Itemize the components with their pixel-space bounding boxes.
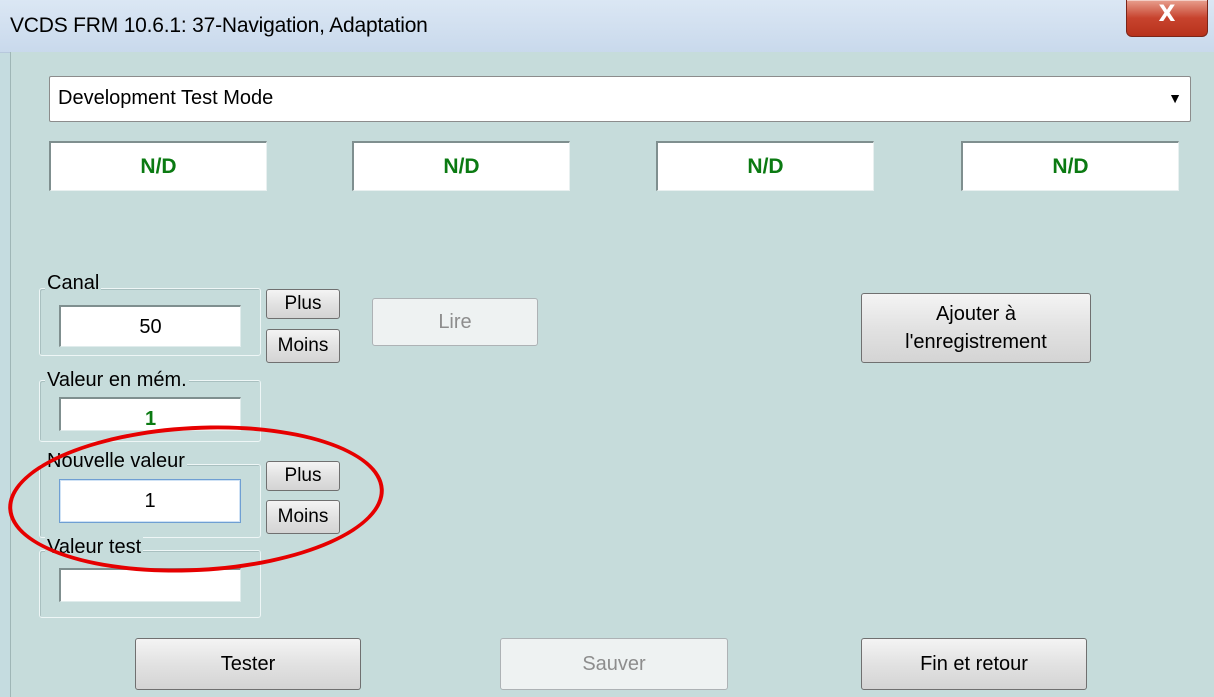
canal-plus-button[interactable]: Plus (266, 289, 340, 319)
mode-dropdown[interactable]: Development Test Mode ▼ (49, 76, 1191, 122)
add-to-log-line2: l'enregistrement (905, 331, 1047, 353)
chevron-down-icon[interactable]: ▼ (1168, 90, 1182, 106)
window-title: VCDS FRM 10.6.1: 37-Navigation, Adaptati… (10, 14, 428, 37)
status-field-3: N/D (656, 141, 874, 191)
stored-value-label: Valeur en mém. (45, 369, 189, 391)
canal-minus-button[interactable]: Moins (266, 329, 340, 363)
exit-button[interactable]: Fin et retour (861, 638, 1087, 690)
title-bar[interactable]: VCDS FRM 10.6.1: 37-Navigation, Adaptati… (0, 0, 1214, 53)
add-to-log-button[interactable]: Ajouter à l'enregistrement (861, 293, 1091, 363)
status-field-4: N/D (961, 141, 1179, 191)
read-button[interactable]: Lire (372, 298, 538, 346)
client-area: Development Test Mode ▼ N/D N/D N/D N/D … (10, 52, 1214, 697)
canal-input[interactable]: 50 (59, 305, 241, 347)
test-button[interactable]: Tester (135, 638, 361, 690)
mode-dropdown-value: Development Test Mode (58, 87, 274, 109)
test-value-field (59, 568, 241, 602)
status-field-1: N/D (49, 141, 267, 191)
close-icon: X (1158, 2, 1176, 27)
save-button[interactable]: Sauver (500, 638, 728, 690)
close-button[interactable]: X (1126, 0, 1208, 37)
add-to-log-line1: Ajouter à (935, 303, 1017, 325)
adaptation-window: VCDS FRM 10.6.1: 37-Navigation, Adaptati… (0, 0, 1214, 697)
status-field-2: N/D (352, 141, 570, 191)
canal-label: Canal (45, 272, 102, 294)
